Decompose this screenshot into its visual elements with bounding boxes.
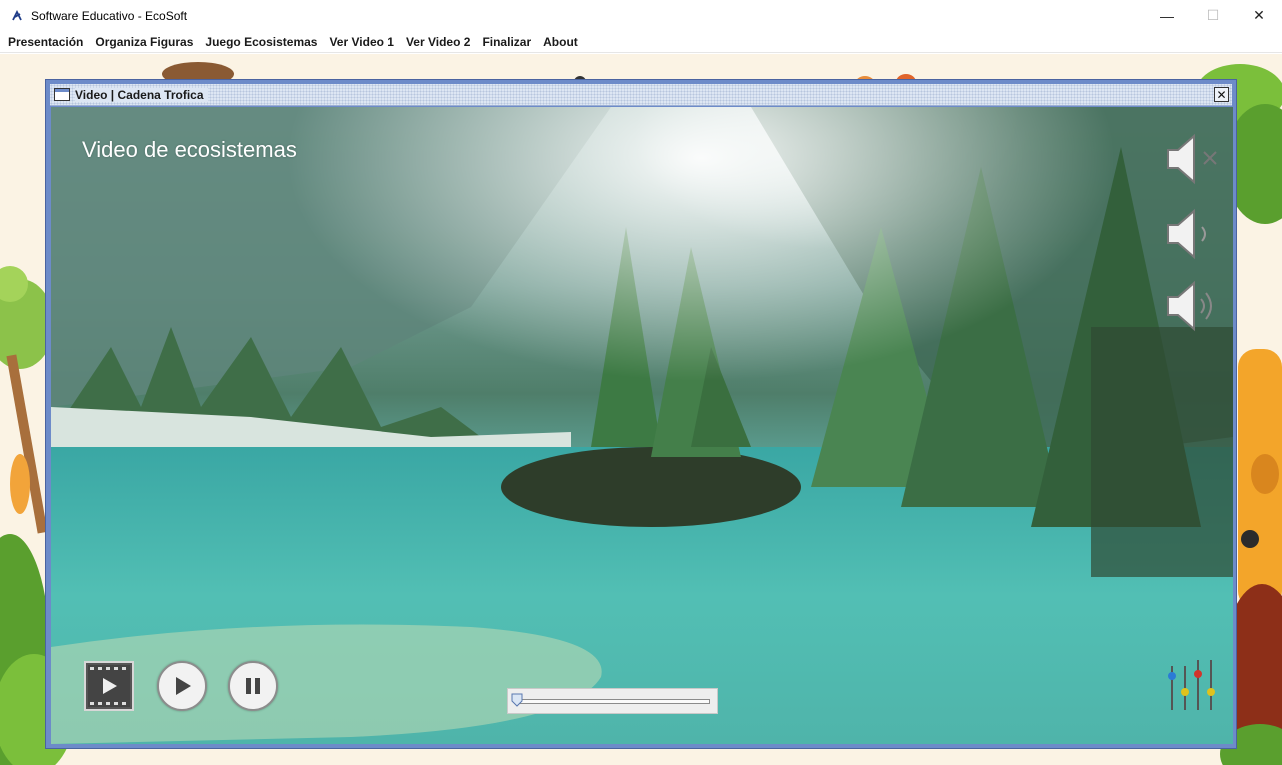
internal-frame-title: Video | Cadena Trofica [75,87,208,102]
internal-frame-titlebar[interactable]: Video | Cadena Trofica ✕ [50,84,1232,106]
film-strip-icon [88,665,130,707]
menu-about[interactable]: About [537,31,584,53]
video-internal-frame: Video | Cadena Trofica ✕ Video de ecosis… [45,79,1237,749]
equalizer-icon[interactable] [1166,658,1216,714]
maximize-button[interactable]: ☐ [1190,0,1236,31]
play-button[interactable] [157,661,207,711]
window-icon [54,88,70,101]
menu-presentacion[interactable]: Presentación [2,31,89,53]
window-title: Software Educativo - EcoSoft [31,8,188,23]
speaker-mute-icon[interactable] [1164,132,1220,186]
speaker-high-icon[interactable] [1164,279,1220,333]
pause-button[interactable] [228,661,278,711]
menu-ver-video-2[interactable]: Ver Video 2 [400,31,476,53]
film-strip-button[interactable] [84,661,134,711]
minimize-button[interactable]: — [1144,0,1190,31]
menu-finalizar[interactable]: Finalizar [476,31,537,53]
ecosoft-app-icon [9,8,25,24]
play-icon [176,677,191,695]
menu-bar: Presentación Organiza Figuras Juego Ecos… [0,31,1282,53]
video-player[interactable]: Video de ecosistemas [51,107,1233,744]
menu-organiza-figuras[interactable]: Organiza Figuras [89,31,199,53]
progress-slider[interactable] [507,688,718,714]
menu-ver-video-1[interactable]: Ver Video 1 [323,31,399,53]
progress-slider-track [516,699,710,704]
window-controls: — ☐ ✕ [1144,0,1282,31]
video-frame-image [51,107,1233,744]
progress-slider-thumb[interactable] [511,693,523,707]
speaker-low-icon[interactable] [1164,207,1220,261]
window-titlebar: Software Educativo - EcoSoft — ☐ ✕ [0,0,1282,31]
menu-juego-ecosistemas[interactable]: Juego Ecosistemas [199,31,323,53]
video-caption: Video de ecosistemas [82,137,297,162]
internal-frame-close-button[interactable]: ✕ [1214,87,1229,102]
pause-icon [246,678,260,694]
close-button[interactable]: ✕ [1236,0,1282,31]
